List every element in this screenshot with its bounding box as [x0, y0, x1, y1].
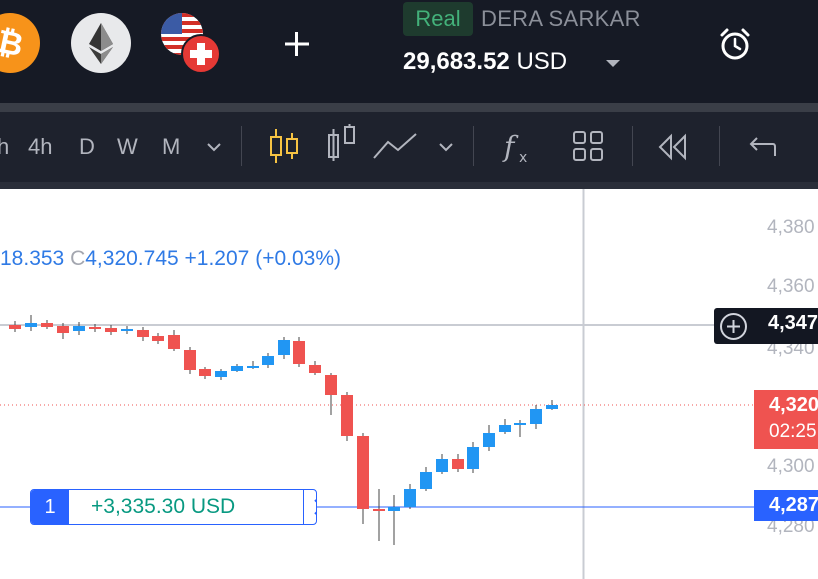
- legend-open-partial: 18.353: [0, 247, 65, 270]
- candle-down: [57, 326, 69, 333]
- legend-close-value: 4,320.745: [85, 247, 179, 270]
- toolbar-divider: [241, 126, 242, 166]
- candle-up: [247, 366, 259, 368]
- candle-down: [309, 365, 321, 373]
- add-tab-button[interactable]: [278, 26, 316, 62]
- chevron-down-icon[interactable]: [436, 140, 456, 154]
- chevron-down-icon[interactable]: [606, 60, 620, 67]
- candle-down: [325, 375, 337, 395]
- toolbar-bottom-strip: [0, 182, 818, 189]
- candle-up: [388, 507, 400, 511]
- undo-icon[interactable]: [745, 130, 779, 164]
- us-swiss-flag-icon[interactable]: [160, 12, 222, 74]
- candle-down: [341, 395, 353, 436]
- timeframe-month[interactable]: M: [162, 134, 180, 160]
- position-divider: [303, 490, 304, 524]
- candle-down: [9, 325, 21, 329]
- current-price-tag: 4,320 02:25: [754, 390, 818, 449]
- candle-up: [499, 425, 511, 432]
- candle-down: [373, 509, 385, 511]
- layout-icon[interactable]: [570, 128, 606, 164]
- account-type-badge[interactable]: Real: [403, 2, 473, 36]
- header-separator: [0, 103, 818, 112]
- indicator-fx-icon[interactable]: f x: [500, 128, 534, 166]
- candle-down: [137, 330, 149, 337]
- timeframe-week[interactable]: W: [117, 134, 138, 160]
- close-icon[interactable]: [309, 494, 317, 520]
- toolbar-divider: [473, 126, 474, 166]
- price-axis-label: 4,380: [767, 217, 815, 238]
- candle-down: [293, 341, 305, 364]
- position-price-tag: 4,287: [754, 490, 818, 521]
- candle-up: [231, 366, 243, 371]
- current-price: 4,320: [769, 394, 818, 416]
- candle-up: [121, 329, 133, 331]
- account-name[interactable]: DERA SARKAR: [481, 6, 641, 32]
- candle-up: [278, 340, 290, 355]
- rewind-icon[interactable]: [655, 131, 691, 163]
- chevron-down-icon[interactable]: [204, 140, 224, 154]
- crosshair-price: 4,347: [768, 312, 818, 334]
- price-axis-label: 4,360: [767, 276, 815, 297]
- candle-up: [262, 356, 274, 365]
- add-alert-plus-icon[interactable]: [720, 313, 747, 340]
- bar-countdown: 02:25: [769, 421, 817, 442]
- top-bar: ₿ Real DERA SARKAR 29,683.52 USD: [0, 0, 818, 103]
- candle-down: [105, 328, 117, 332]
- position-price: 4,287: [769, 494, 818, 516]
- candle-up: [514, 423, 526, 425]
- candle-down: [184, 350, 196, 370]
- account-balance[interactable]: 29,683.52 USD: [403, 48, 567, 76]
- position-widget[interactable]: 1 +3,335.30 USD: [30, 489, 317, 525]
- legend-close-label: C: [70, 247, 86, 270]
- ethereum-icon[interactable]: [71, 13, 131, 73]
- price-axis-label: 4,300: [767, 456, 815, 477]
- candle-down: [199, 369, 211, 376]
- candle-up: [404, 489, 416, 507]
- svg-text:x: x: [519, 150, 527, 166]
- alarm-clock-icon[interactable]: [715, 24, 755, 64]
- candle-up: [467, 447, 479, 469]
- candle-up: [73, 326, 85, 331]
- timeframe-hour[interactable]: h: [0, 134, 9, 160]
- candles-icon[interactable]: [267, 127, 301, 165]
- bitcoin-icon[interactable]: ₿: [0, 13, 40, 73]
- candle-down: [89, 327, 101, 329]
- balance-value: 29,683.52: [403, 48, 510, 75]
- candle-up: [25, 323, 37, 327]
- bars-icon[interactable]: [325, 123, 359, 165]
- timeframe-4h[interactable]: 4h: [28, 134, 52, 160]
- candle-up: [436, 459, 448, 472]
- legend-change: +1.207: [184, 247, 250, 270]
- candle-down: [152, 336, 164, 341]
- candle-down: [41, 323, 53, 327]
- toolbar-divider: [719, 126, 720, 166]
- candle-up: [530, 409, 542, 424]
- line-chart-icon[interactable]: [372, 130, 418, 162]
- svg-text:₿: ₿: [0, 23, 26, 64]
- candle-down: [452, 459, 464, 469]
- position-quantity[interactable]: 1: [31, 490, 69, 524]
- candle-down: [357, 436, 369, 509]
- toolbar-divider: [632, 126, 633, 166]
- position-pnl: +3,335.30 USD: [91, 495, 236, 518]
- candle-up: [420, 472, 432, 489]
- candle-up: [546, 405, 558, 409]
- legend-change-pct: (+0.03%): [255, 247, 341, 270]
- timeframe-day[interactable]: D: [79, 134, 95, 160]
- ohlc-legend: 18.353 C4,320.745 +1.207 (+0.03%): [0, 247, 341, 271]
- svg-text:f: f: [502, 130, 519, 163]
- candle-up: [483, 433, 495, 447]
- candle-down: [168, 335, 180, 349]
- balance-currency: USD: [516, 48, 568, 75]
- candle-up: [215, 371, 227, 377]
